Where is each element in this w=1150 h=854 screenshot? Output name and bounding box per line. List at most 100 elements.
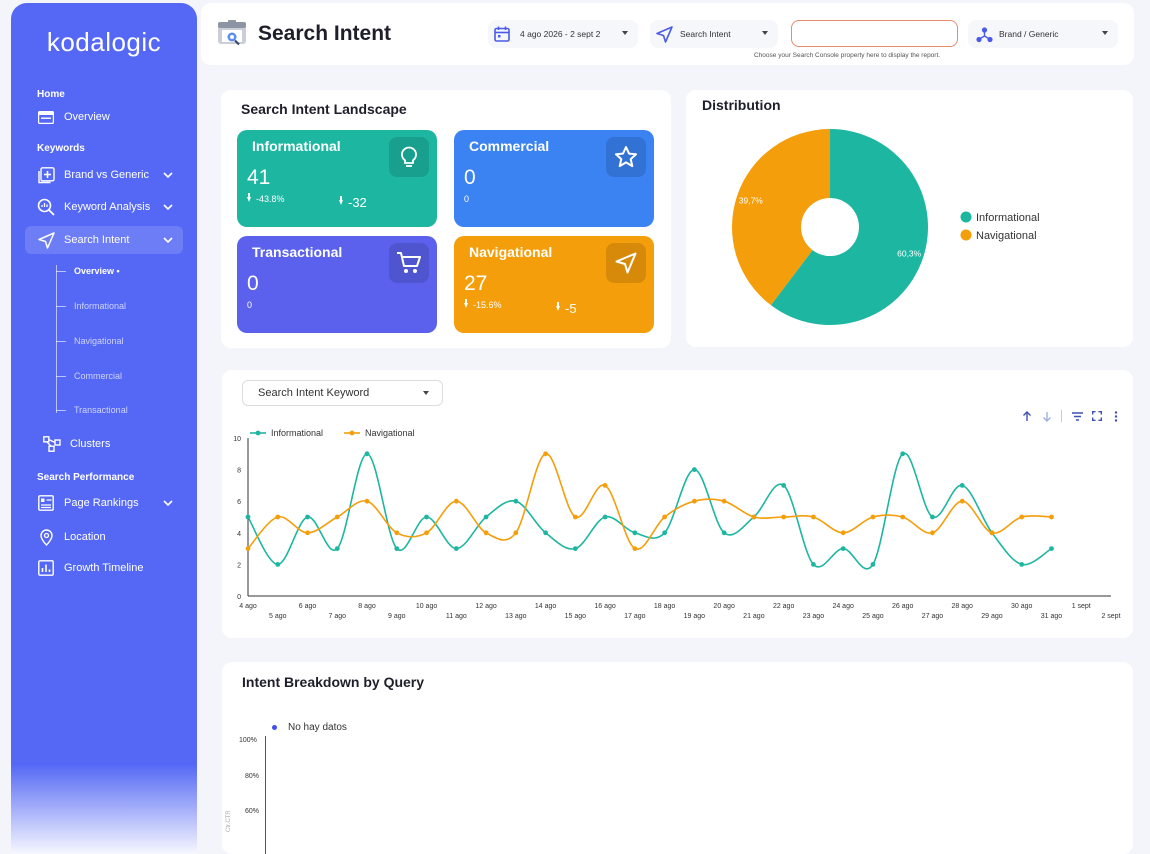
arrow-down-icon xyxy=(339,196,343,205)
calendar-icon xyxy=(494,26,510,42)
submenu-item-informational[interactable]: Informational xyxy=(56,301,126,311)
tile-change-label: 0 xyxy=(247,300,253,310)
navigation-icon xyxy=(37,231,55,249)
arrow-down-icon xyxy=(556,302,560,311)
x-tick-label: 28 ago xyxy=(951,603,973,610)
sidebar-item-brand-vs-generic[interactable]: Brand vs Generic xyxy=(25,161,183,189)
data-point xyxy=(483,514,489,520)
tile-transactional[interactable]: Transactional 0 0 xyxy=(237,236,437,333)
submenu-item-transactional[interactable]: Transactional xyxy=(56,405,128,415)
sidebar-item-clusters[interactable]: Clusters xyxy=(31,430,189,458)
data-point xyxy=(751,514,757,520)
x-tick-label: 4 ago xyxy=(239,603,257,610)
x-tick-label: 5 ago xyxy=(269,613,287,620)
submenu-label: Transactional xyxy=(74,405,128,415)
date-range-label: 4 ago 2026 - 2 sept 2 xyxy=(520,29,601,39)
submenu-item-commercial[interactable]: Commercial xyxy=(56,371,122,381)
x-tick-label: 30 ago xyxy=(1011,603,1033,610)
y-axis-line xyxy=(265,736,266,854)
submenu-label: Navigational xyxy=(74,336,124,346)
data-point xyxy=(930,530,935,536)
sidebar-item-location[interactable]: Location xyxy=(25,523,183,551)
brand-filter-label: Brand / Generic xyxy=(999,29,1059,39)
sidebar-item-growth-timeline[interactable]: Growth Timeline xyxy=(25,554,183,582)
brand-generic-filter[interactable]: Brand / Generic xyxy=(968,20,1118,48)
data-point xyxy=(959,483,965,488)
chevron-down-icon[interactable] xyxy=(161,200,175,214)
data-point xyxy=(781,514,787,520)
x-tick-label: 15 ago xyxy=(565,613,587,620)
tile-delta: -5 xyxy=(556,301,577,316)
section-search-performance: Search Performance xyxy=(37,472,135,483)
legend-marker xyxy=(255,430,261,436)
submenu-item-overview[interactable]: Overview • xyxy=(56,266,120,276)
data-point xyxy=(691,498,697,504)
x-tick-label: 8 ago xyxy=(358,603,376,610)
x-tick-label: 1 sept xyxy=(1072,603,1091,610)
legend-swatch xyxy=(960,211,972,223)
x-tick-label: 12 ago xyxy=(475,603,497,610)
data-point xyxy=(900,514,906,520)
legend-dot xyxy=(272,725,277,730)
series-line-informational xyxy=(247,452,1052,570)
tile-informational[interactable]: Informational 41 -43.8% -32 xyxy=(237,130,437,227)
data-point xyxy=(245,514,251,520)
navigation-icon xyxy=(606,243,646,283)
x-tick-label: 11 ago xyxy=(446,613,467,620)
legend-swatch xyxy=(960,229,972,241)
x-tick-label: 20 ago xyxy=(713,603,735,610)
chevron-down-icon[interactable] xyxy=(161,496,175,510)
landscape-title: Search Intent Landscape xyxy=(241,101,407,117)
chevron-down-icon xyxy=(423,391,429,395)
x-tick-label: 2 sept xyxy=(1101,613,1120,620)
tile-change-label: 0 xyxy=(464,194,470,204)
search-console-property-input[interactable] xyxy=(791,20,958,47)
sidebar-item-overview[interactable]: Overview xyxy=(25,103,183,131)
x-tick-label: 14 ago xyxy=(535,603,557,610)
data-point xyxy=(543,530,548,536)
data-point xyxy=(1019,562,1025,567)
logo[interactable]: kodalogic xyxy=(11,27,197,58)
data-point xyxy=(394,546,400,551)
intent-keyword-dropdown[interactable]: Search Intent Keyword xyxy=(242,380,443,406)
sidebar-item-label: Keyword Analysis xyxy=(64,201,151,213)
x-tick-label: 18 ago xyxy=(654,603,676,610)
data-point xyxy=(394,530,400,536)
data-point xyxy=(870,514,876,520)
tile-delta: -32 xyxy=(339,195,367,210)
y-tick-label: 0 xyxy=(237,594,241,601)
data-point xyxy=(662,530,668,536)
sidebar-item-page-rankings[interactable]: Page Rankings xyxy=(25,489,183,517)
sidebar-item-label: Clusters xyxy=(70,438,111,450)
sidebar-item-label: Growth Timeline xyxy=(64,562,144,574)
submenu-label: Overview • xyxy=(74,266,120,276)
x-tick-label: 10 ago xyxy=(416,603,438,610)
tile-name: Transactional xyxy=(252,244,343,260)
y-tick-label: 80% xyxy=(245,773,260,780)
date-range-picker[interactable]: 4 ago 2026 - 2 sept 2 xyxy=(488,20,638,48)
tile-commercial[interactable]: Commercial 0 0 xyxy=(454,130,654,227)
sidebar-item-label: Location xyxy=(64,531,106,543)
cart-icon xyxy=(389,243,429,283)
chevron-down-icon[interactable] xyxy=(161,233,175,247)
x-tick-label: 24 ago xyxy=(832,603,854,610)
data-point xyxy=(840,546,846,551)
pie-data-label: 60,3% xyxy=(897,249,922,259)
tile-value: 0 xyxy=(464,166,476,189)
y-axis-title: Ctr.CTR xyxy=(226,810,232,832)
tile-navigational[interactable]: Navigational 27 -15.6% -5 xyxy=(454,236,654,333)
sidebar-item-label: Brand vs Generic xyxy=(64,169,149,181)
data-point xyxy=(1049,514,1054,520)
data-point xyxy=(275,562,281,567)
data-point xyxy=(691,467,697,472)
submenu-item-navigational[interactable]: Navigational xyxy=(56,336,124,346)
search-intent-filter[interactable]: Search Intent xyxy=(650,20,778,48)
page-rank-icon xyxy=(37,494,55,512)
legend-marker xyxy=(349,430,355,436)
sidebar-item-keyword-analysis[interactable]: Keyword Analysis xyxy=(25,193,183,221)
chevron-down-icon[interactable] xyxy=(161,168,175,182)
tile-change: -43.8% xyxy=(247,192,285,204)
hub-icon xyxy=(976,26,993,43)
tile-name: Commercial xyxy=(469,138,550,154)
sidebar-item-search-intent[interactable]: Search Intent xyxy=(25,226,183,254)
